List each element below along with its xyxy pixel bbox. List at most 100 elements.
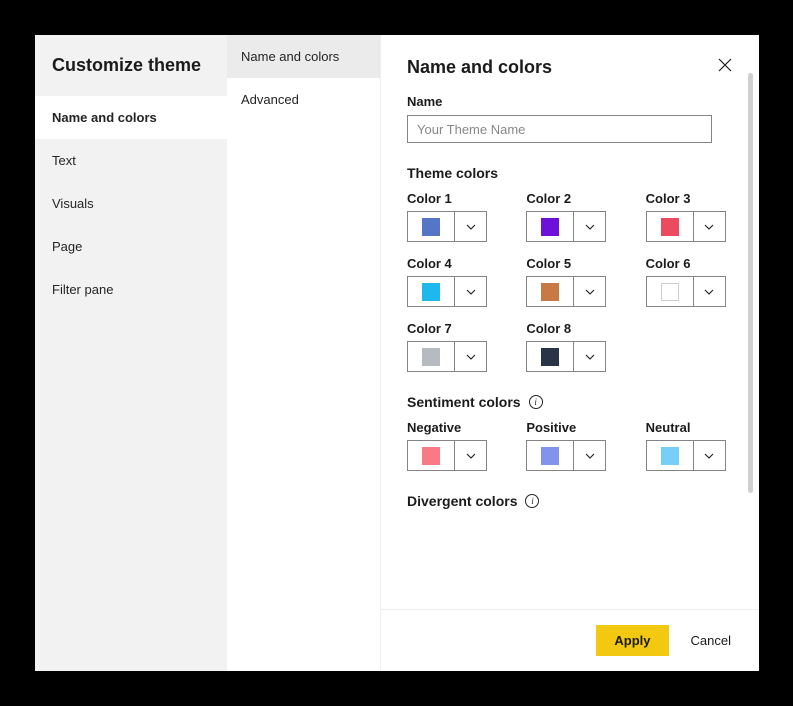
color-swatch bbox=[541, 348, 559, 366]
main-panel: Name and colors Name Theme colors Color … bbox=[381, 35, 759, 671]
theme-color-label-4: Color 5 bbox=[526, 256, 607, 271]
theme-color-field-6: Color 7 bbox=[407, 321, 488, 372]
info-icon[interactable]: i bbox=[525, 494, 539, 508]
dialog-title: Customize theme bbox=[35, 35, 227, 96]
swatch-box bbox=[408, 277, 454, 306]
theme-color-label-5: Color 6 bbox=[646, 256, 727, 271]
theme-color-field-2: Color 3 bbox=[646, 191, 727, 242]
sidebar-item-filter-pane[interactable]: Filter pane bbox=[35, 268, 227, 311]
theme-color-picker-6[interactable] bbox=[407, 341, 487, 372]
chevron-box bbox=[454, 277, 486, 306]
theme-color-field-5: Color 6 bbox=[646, 256, 727, 307]
sidebar-item-label: Text bbox=[52, 153, 76, 168]
color-swatch bbox=[541, 283, 559, 301]
theme-colors-title: Theme colors bbox=[407, 165, 733, 181]
color-swatch bbox=[422, 218, 440, 236]
customize-theme-dialog: Customize theme Name and colors Text Vis… bbox=[35, 35, 759, 671]
chevron-down-icon bbox=[585, 354, 595, 360]
color-swatch bbox=[661, 447, 679, 465]
dialog-footer: Apply Cancel bbox=[381, 609, 759, 671]
sentiment-color-field-2: Neutral bbox=[646, 420, 727, 471]
close-icon bbox=[718, 58, 732, 72]
chevron-down-icon bbox=[704, 289, 714, 295]
name-field: Name bbox=[407, 94, 733, 143]
chevron-down-icon bbox=[466, 354, 476, 360]
apply-button[interactable]: Apply bbox=[596, 625, 668, 656]
theme-name-input[interactable] bbox=[407, 115, 712, 143]
sentiment-color-picker-0[interactable] bbox=[407, 440, 487, 471]
content-area: Name and colors Name Theme colors Color … bbox=[381, 35, 759, 609]
swatch-box bbox=[408, 441, 454, 470]
cancel-button[interactable]: Cancel bbox=[685, 625, 737, 656]
chevron-box bbox=[454, 342, 486, 371]
sentiment-colors-title-text: Sentiment colors bbox=[407, 394, 521, 410]
chevron-box bbox=[573, 277, 605, 306]
theme-colors-grid: Color 1 Color 2 Color 3 Color 4 Color 5 Color… bbox=[407, 191, 727, 372]
chevron-box bbox=[693, 277, 725, 306]
content-header: Name and colors bbox=[407, 57, 733, 78]
divergent-colors-title-text: Divergent colors bbox=[407, 493, 517, 509]
panel-title: Name and colors bbox=[407, 57, 552, 78]
theme-color-picker-4[interactable] bbox=[526, 276, 606, 307]
sentiment-color-picker-1[interactable] bbox=[526, 440, 606, 471]
sentiment-color-field-0: Negative bbox=[407, 420, 488, 471]
sidebar-item-text[interactable]: Text bbox=[35, 139, 227, 182]
color-swatch bbox=[422, 447, 440, 465]
color-swatch bbox=[661, 283, 679, 301]
sidebar-item-label: Filter pane bbox=[52, 282, 113, 297]
chevron-down-icon bbox=[466, 224, 476, 230]
theme-color-field-7: Color 8 bbox=[526, 321, 607, 372]
sentiment-color-label-2: Neutral bbox=[646, 420, 727, 435]
sidebar: Customize theme Name and colors Text Vis… bbox=[35, 35, 227, 671]
swatch-box bbox=[408, 342, 454, 371]
theme-color-label-7: Color 8 bbox=[526, 321, 607, 336]
swatch-box bbox=[647, 212, 693, 241]
color-swatch bbox=[661, 218, 679, 236]
swatch-box bbox=[527, 212, 573, 241]
chevron-down-icon bbox=[585, 224, 595, 230]
theme-color-label-6: Color 7 bbox=[407, 321, 488, 336]
color-swatch bbox=[541, 447, 559, 465]
theme-color-picker-7[interactable] bbox=[526, 341, 606, 372]
subnav-item-name-colors[interactable]: Name and colors bbox=[227, 35, 380, 78]
chevron-box bbox=[573, 342, 605, 371]
chevron-box bbox=[693, 212, 725, 241]
swatch-box bbox=[647, 277, 693, 306]
info-icon[interactable]: i bbox=[529, 395, 543, 409]
swatch-box bbox=[527, 342, 573, 371]
swatch-box bbox=[527, 441, 573, 470]
sentiment-color-label-0: Negative bbox=[407, 420, 488, 435]
sidebar-item-visuals[interactable]: Visuals bbox=[35, 182, 227, 225]
sentiment-color-label-1: Positive bbox=[526, 420, 607, 435]
sidebar-item-label: Name and colors bbox=[52, 110, 157, 125]
color-swatch bbox=[422, 348, 440, 366]
close-button[interactable] bbox=[717, 57, 733, 73]
swatch-box bbox=[647, 441, 693, 470]
chevron-box bbox=[454, 441, 486, 470]
subnav-item-label: Name and colors bbox=[241, 49, 339, 64]
theme-color-label-1: Color 2 bbox=[526, 191, 607, 206]
theme-color-picker-5[interactable] bbox=[646, 276, 726, 307]
subnav: Name and colors Advanced bbox=[227, 35, 381, 671]
scrollbar[interactable] bbox=[748, 73, 753, 493]
theme-colors-title-text: Theme colors bbox=[407, 165, 498, 181]
theme-color-picker-2[interactable] bbox=[646, 211, 726, 242]
color-swatch bbox=[422, 283, 440, 301]
chevron-down-icon bbox=[466, 289, 476, 295]
theme-color-picker-1[interactable] bbox=[526, 211, 606, 242]
chevron-box bbox=[573, 212, 605, 241]
sidebar-item-page[interactable]: Page bbox=[35, 225, 227, 268]
subnav-item-label: Advanced bbox=[241, 92, 299, 107]
sentiment-colors-title: Sentiment colors i bbox=[407, 394, 733, 410]
theme-color-picker-3[interactable] bbox=[407, 276, 487, 307]
subnav-item-advanced[interactable]: Advanced bbox=[227, 78, 380, 121]
sidebar-item-name-colors[interactable]: Name and colors bbox=[35, 96, 227, 139]
theme-color-field-3: Color 4 bbox=[407, 256, 488, 307]
theme-color-picker-0[interactable] bbox=[407, 211, 487, 242]
sidebar-item-label: Visuals bbox=[52, 196, 94, 211]
theme-color-field-0: Color 1 bbox=[407, 191, 488, 242]
chevron-down-icon bbox=[585, 289, 595, 295]
sidebar-item-label: Page bbox=[52, 239, 82, 254]
chevron-down-icon bbox=[704, 224, 714, 230]
sentiment-color-picker-2[interactable] bbox=[646, 440, 726, 471]
